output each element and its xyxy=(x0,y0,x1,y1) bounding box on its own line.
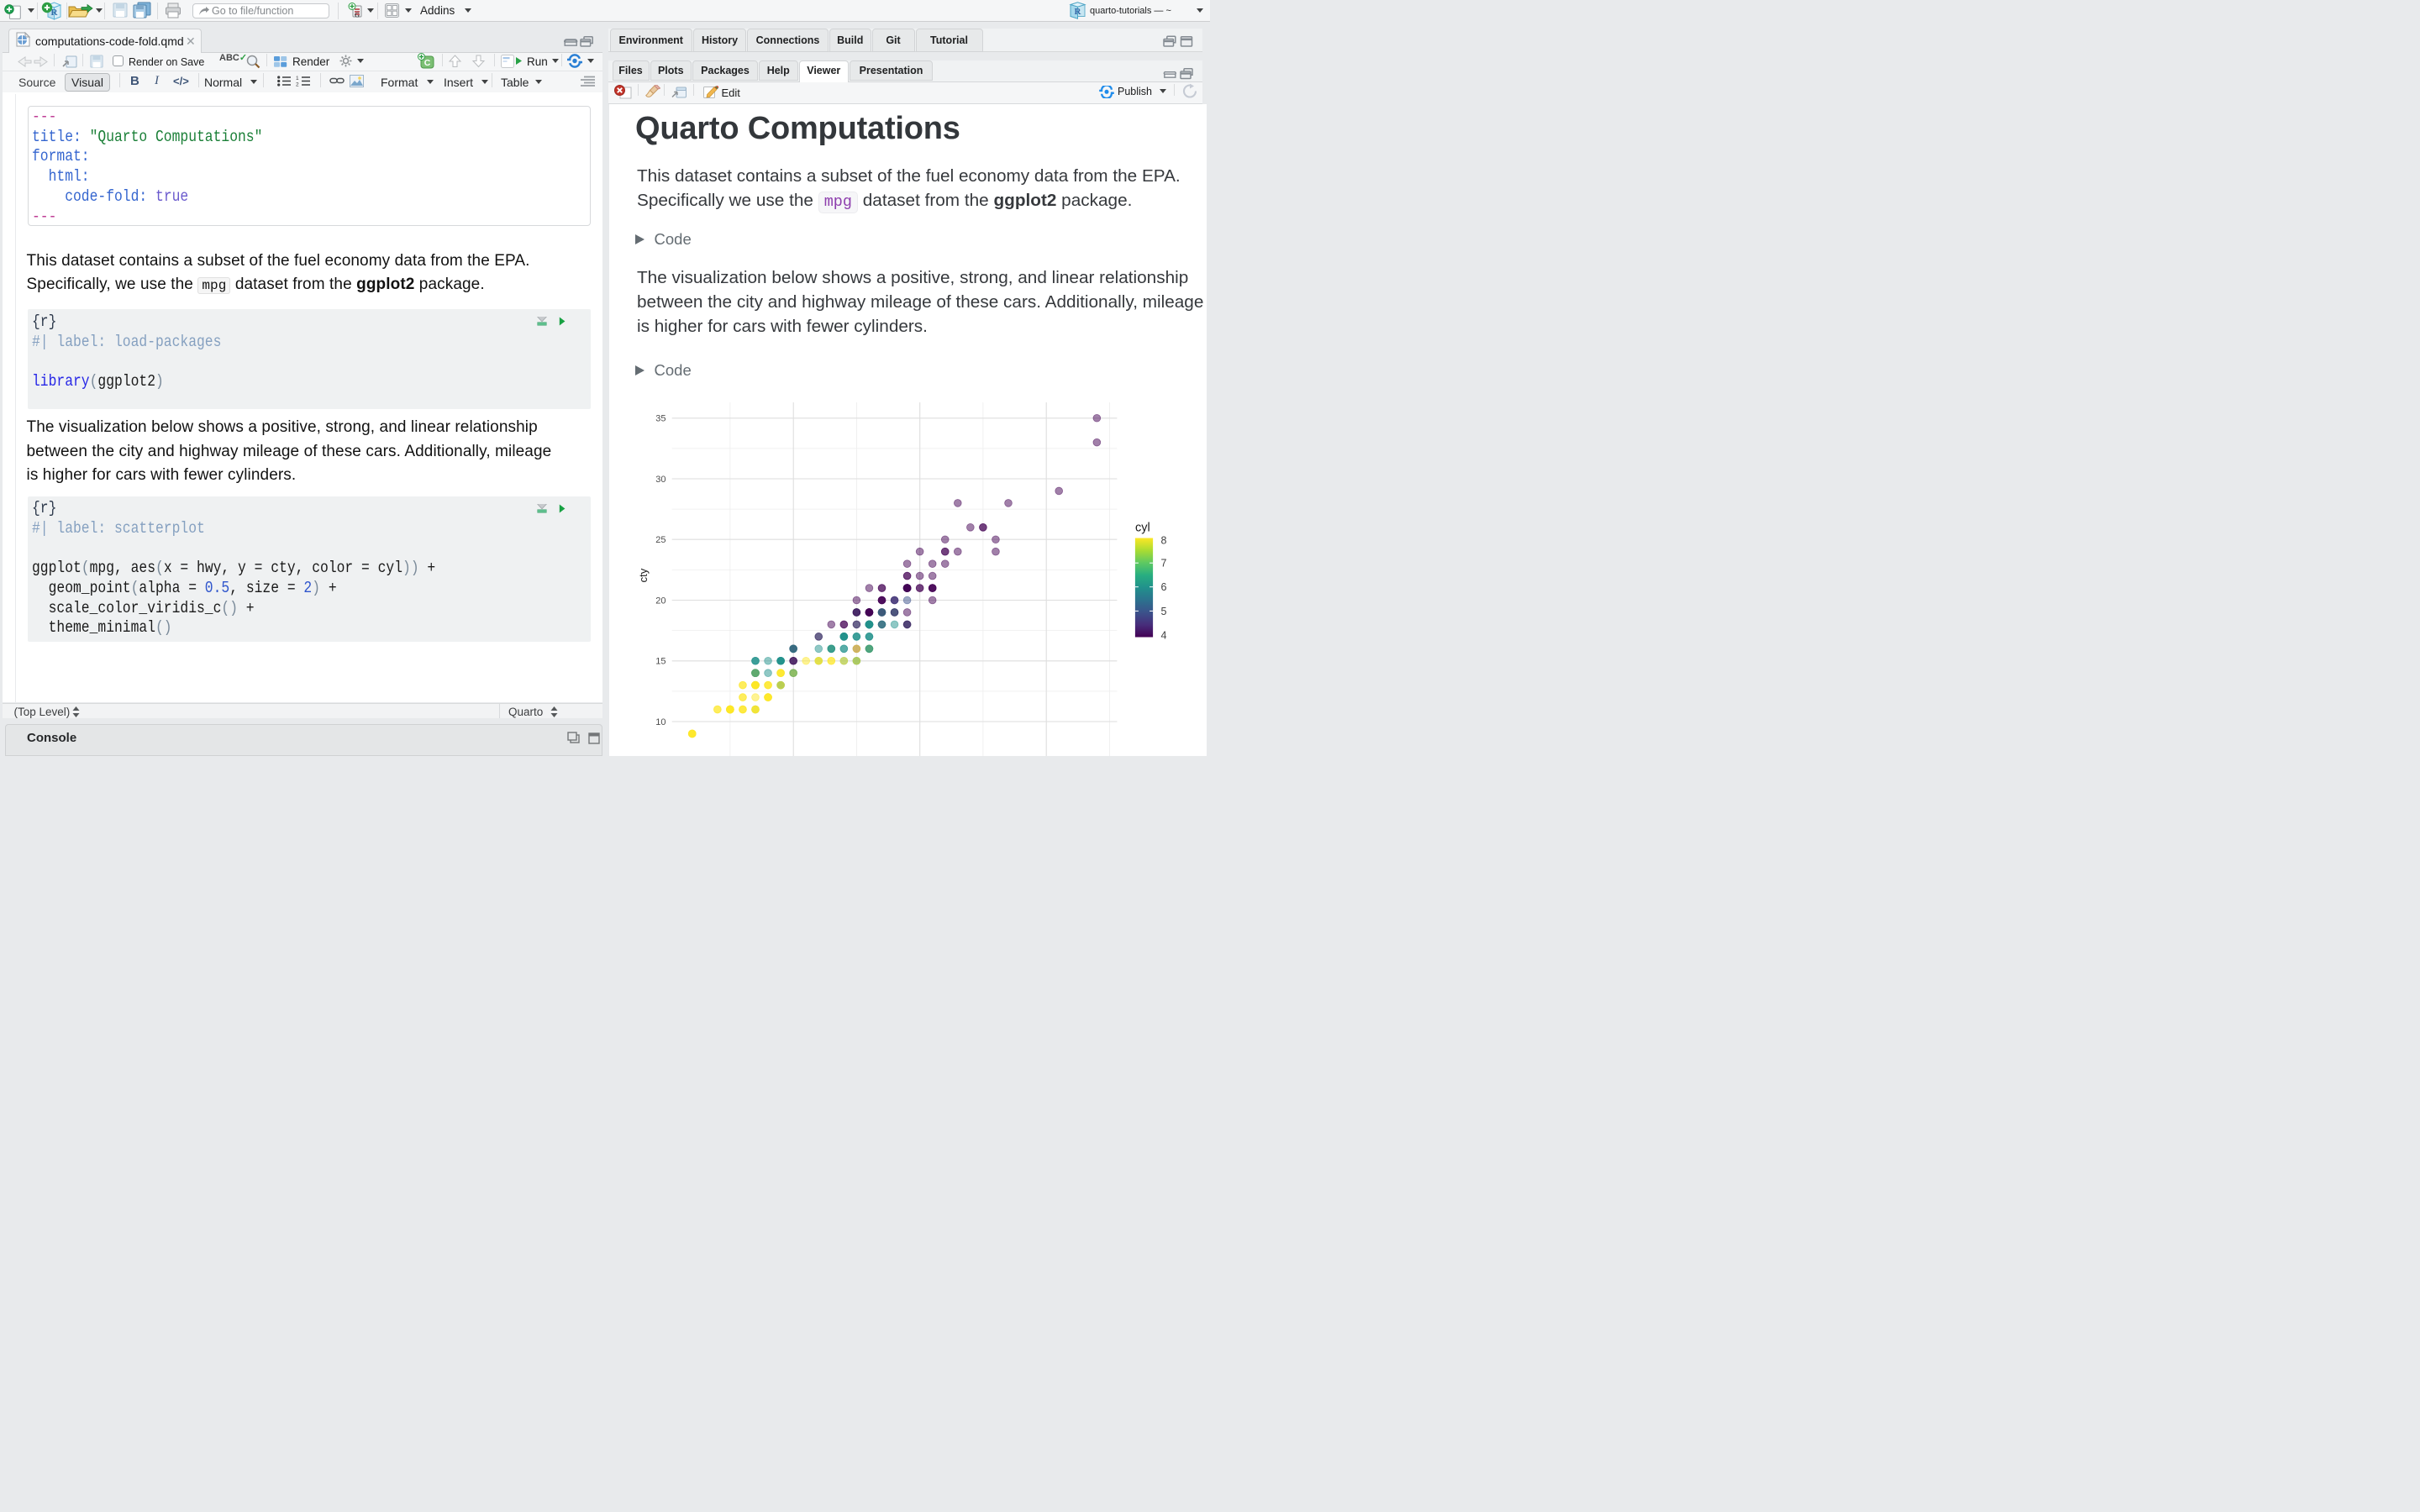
svg-text:G: G xyxy=(355,12,360,19)
svg-text:1: 1 xyxy=(296,76,299,81)
svg-text:4: 4 xyxy=(1161,629,1167,641)
svg-text:10: 10 xyxy=(655,717,666,727)
svg-text:20: 20 xyxy=(655,596,666,606)
svg-text:8: 8 xyxy=(1161,534,1167,546)
svg-text:2: 2 xyxy=(296,82,299,87)
svg-text:R: R xyxy=(1075,7,1082,17)
svg-text:25: 25 xyxy=(655,535,666,545)
svg-text:6: 6 xyxy=(1161,581,1167,593)
svg-text:7: 7 xyxy=(1161,558,1167,570)
svg-text:5: 5 xyxy=(1161,606,1167,617)
svg-text:cyl: cyl xyxy=(1135,522,1150,535)
svg-text:35: 35 xyxy=(655,414,666,424)
svg-text:C: C xyxy=(424,58,431,68)
svg-text:cty: cty xyxy=(637,568,650,582)
svg-text:15: 15 xyxy=(655,657,666,667)
svg-text:30: 30 xyxy=(655,475,666,485)
